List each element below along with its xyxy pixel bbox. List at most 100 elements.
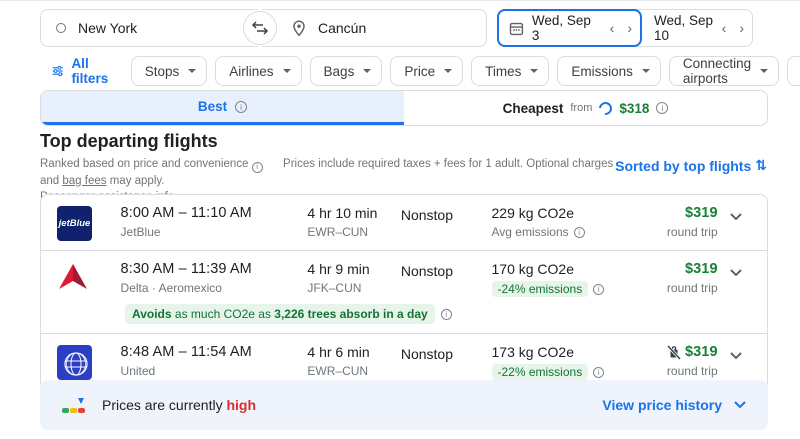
calendar-icon <box>509 21 524 36</box>
flight-stops: Nonstop <box>401 205 492 223</box>
airline-logo: jetBlue <box>57 205 121 241</box>
all-filters-button[interactable]: All filters <box>48 56 123 86</box>
airline-name: JetBlue <box>121 225 308 239</box>
filter-chip-duration[interactable]: Duration <box>787 56 800 86</box>
expand-flight-button[interactable] <box>718 344 755 360</box>
price-insights-text: Prices are currently high <box>102 397 256 413</box>
airline-logo <box>57 261 121 297</box>
flight-times: 8:48 AM – 11:54 AM <box>121 344 308 360</box>
tab-cheapest[interactable]: Cheapest from $318 i <box>404 91 767 125</box>
expand-flight-button[interactable] <box>718 261 755 277</box>
tab-best[interactable]: Best i <box>41 91 404 125</box>
all-filters-label: All filters <box>71 56 112 86</box>
loading-spinner-icon <box>597 99 615 117</box>
sort-button[interactable]: Sorted by top flights ⇅ <box>615 157 767 174</box>
return-date-field[interactable]: Wed, Sep 10 ‹ › <box>642 10 752 46</box>
info-icon[interactable]: i <box>593 367 604 378</box>
return-prev-day-button[interactable]: ‹ <box>722 20 727 36</box>
info-icon[interactable]: i <box>574 227 585 238</box>
price-level-icon <box>62 398 87 413</box>
flight-route: EWR–CUN <box>307 225 400 239</box>
co2-avoidance-note: Avoids as much CO2e as 3,226 trees absor… <box>125 304 755 324</box>
co2-amount: 229 kg CO2e <box>492 205 632 221</box>
chip-label: Bags <box>324 64 355 79</box>
result-tabs: Best i Cheapest from $318 i <box>40 90 768 126</box>
airline-name: United <box>121 364 308 378</box>
flight-price: $319 <box>632 261 718 277</box>
info-icon[interactable]: i <box>235 101 247 113</box>
chevron-down-icon <box>730 213 742 221</box>
departure-date-value: Wed, Sep 3 <box>532 13 602 43</box>
filter-chip-stops[interactable]: Stops <box>131 56 208 86</box>
chevron-down-icon <box>283 69 291 73</box>
flight-duration: 4 hr 6 min <box>307 344 400 360</box>
flight-stops: Nonstop <box>401 344 492 362</box>
view-price-history-button[interactable]: View price history <box>602 397 746 413</box>
price-note: round trip <box>632 364 718 378</box>
filters-bar: All filters Stops Airlines Bags Price Ti… <box>48 56 800 86</box>
destination-field[interactable]: Cancún <box>262 9 487 47</box>
chevron-down-icon <box>730 269 742 277</box>
expand-flight-button[interactable] <box>718 205 755 221</box>
return-next-day-button[interactable]: › <box>739 20 744 36</box>
price-insights-banner: Prices are currently high View price his… <box>40 380 768 430</box>
departure-next-day-button[interactable]: › <box>627 20 632 36</box>
filter-chip-airlines[interactable]: Airlines <box>215 56 301 86</box>
cheapest-price: $318 <box>619 101 649 116</box>
flight-route: JFK–CUN <box>307 281 400 295</box>
swap-locations-button[interactable] <box>243 11 277 45</box>
filter-chip-times[interactable]: Times <box>471 56 549 86</box>
chevron-down-icon <box>530 69 538 73</box>
departure-date-field[interactable]: Wed, Sep 3 ‹ › <box>497 9 642 47</box>
filter-chip-connecting-airports[interactable]: Connecting airports <box>669 56 779 86</box>
emissions-badge: -24% emissions <box>492 281 589 297</box>
no-carry-on-bag-icon <box>667 345 681 360</box>
filter-chip-bags[interactable]: Bags <box>310 56 383 86</box>
chip-label: Price <box>404 64 435 79</box>
chip-label: Times <box>485 64 521 79</box>
bag-fees-link[interactable]: bag fees <box>62 175 106 187</box>
filter-chip-emissions[interactable]: Emissions <box>557 56 661 86</box>
flight-times: 8:00 AM – 11:10 AM <box>121 205 308 221</box>
sort-arrows-icon: ⇅ <box>755 157 767 174</box>
chip-label: Emissions <box>571 64 633 79</box>
prices-note-end: may apply. <box>110 175 165 187</box>
chip-label: Connecting airports <box>683 56 751 86</box>
flight-list: jetBlue 8:00 AM – 11:10 AM JetBlue 4 hr … <box>40 194 768 390</box>
chevron-down-icon <box>363 69 371 73</box>
chevron-down-icon <box>760 69 768 73</box>
co2-amount: 170 kg CO2e <box>492 261 632 277</box>
flight-times: 8:30 AM – 11:39 AM <box>121 261 308 277</box>
cheapest-tab-label: Cheapest <box>503 101 564 116</box>
view-price-history-label: View price history <box>602 397 722 413</box>
filter-chip-price[interactable]: Price <box>390 56 463 86</box>
flight-row-jetblue[interactable]: jetBlue 8:00 AM – 11:10 AM JetBlue 4 hr … <box>41 195 767 251</box>
price-level-value: high <box>226 397 256 413</box>
tune-icon <box>52 64 63 78</box>
return-date-value: Wed, Sep 10 <box>654 13 714 43</box>
emissions-note: Avg emissions <box>492 225 569 239</box>
flight-row-delta[interactable]: 8:30 AM – 11:39 AM Delta · Aeromexico 4 … <box>41 251 767 334</box>
price-note: round trip <box>632 225 718 239</box>
sort-label: Sorted by top flights <box>615 158 751 174</box>
origin-field[interactable]: New York <box>40 9 258 47</box>
flight-duration: 4 hr 10 min <box>307 205 400 221</box>
swap-arrows-icon <box>251 21 269 35</box>
page-title: Top departing flights <box>40 131 218 152</box>
flight-stops: Nonstop <box>401 261 492 279</box>
departure-prev-day-button[interactable]: ‹ <box>610 20 615 36</box>
emissions-badge: -22% emissions <box>492 364 589 380</box>
destination-value: Cancún <box>318 20 366 36</box>
info-icon[interactable]: i <box>593 284 604 295</box>
airline-name: Delta · Aeromexico <box>121 281 308 295</box>
best-tab-label: Best <box>198 99 227 114</box>
info-icon[interactable]: i <box>656 102 668 114</box>
origin-circle-icon <box>56 23 66 33</box>
chevron-down-icon <box>642 69 650 73</box>
info-icon[interactable]: i <box>252 162 263 173</box>
info-icon[interactable]: i <box>441 309 452 320</box>
top-divider <box>0 0 800 1</box>
flight-price: $319 <box>685 344 718 360</box>
chevron-down-icon <box>730 352 742 360</box>
date-range-group: Wed, Sep 3 ‹ › Wed, Sep 10 ‹ › <box>497 9 753 47</box>
